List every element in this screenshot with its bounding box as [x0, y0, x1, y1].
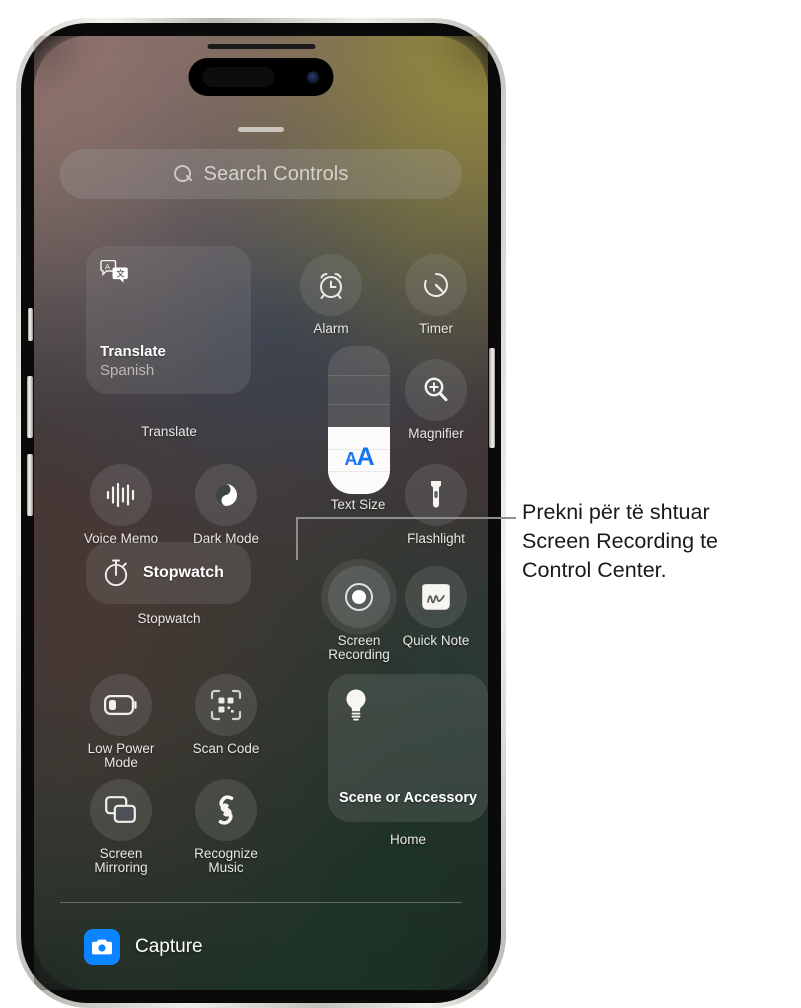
- callout-line-3: Control Center.: [522, 558, 667, 582]
- screenshot-stage: Search Controls A 文 Translate Spanish Tr…: [0, 0, 801, 1008]
- callout-text: Prekni për të shtuar Screen Recording te…: [522, 498, 794, 585]
- callout-line-2: Screen Recording te: [522, 529, 718, 553]
- callout-line-1: Prekni për të shtuar: [522, 500, 710, 524]
